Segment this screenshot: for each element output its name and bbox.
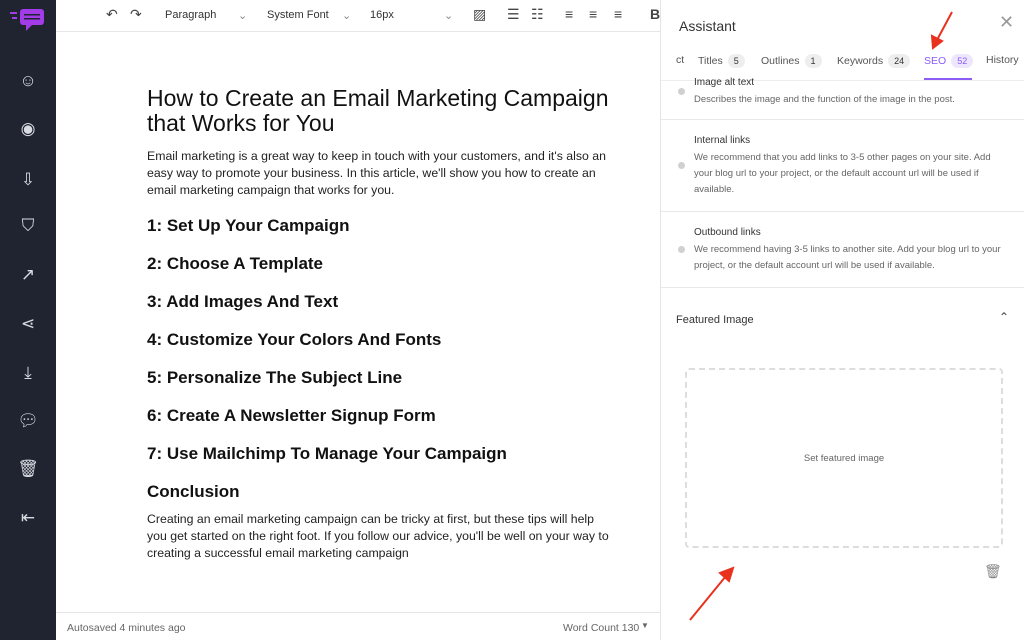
seo-item-internal-links: Internal links We recommend that you add… — [661, 120, 1024, 212]
conclusion-paragraph[interactable]: Creating an email marketing campaign can… — [147, 511, 617, 562]
tab-outlines[interactable]: Outlines 1 — [761, 54, 822, 68]
font-size-select[interactable]: 16px — [370, 9, 394, 21]
robot-icon[interactable]: ☺ — [14, 67, 42, 95]
section-heading[interactable]: 4: Customize Your Colors And Fonts — [147, 329, 617, 367]
align-center-icon[interactable]: ≡ — [589, 6, 597, 22]
item-title: Internal links — [694, 135, 751, 146]
numbered-list-icon[interactable]: ☷ — [531, 6, 544, 23]
section-heading[interactable]: 5: Personalize The Subject Line — [147, 367, 617, 405]
caret-down-icon[interactable]: ▼ — [641, 621, 649, 630]
app-logo — [10, 9, 44, 31]
chat-icon[interactable]: 💬︎ — [14, 407, 42, 435]
item-title: Image alt text — [694, 77, 755, 88]
undo-icon[interactable]: ↶ — [106, 6, 118, 23]
section-heading[interactable]: 6: Create A Newsletter Signup Form — [147, 405, 617, 443]
trash-icon[interactable]: 🗑︎ — [14, 455, 42, 483]
seo-item-image-alt: Image alt text Describes the image and t… — [661, 77, 1024, 120]
editor-content[interactable]: How to Create an Email Marketing Campaig… — [147, 86, 617, 562]
word-count[interactable]: Word Count 130 — [563, 622, 639, 634]
tab-label: SEO — [924, 55, 947, 67]
chevron-down-icon[interactable]: ⌄ — [444, 9, 453, 22]
tab-ct[interactable]: ct — [676, 54, 684, 66]
close-icon[interactable]: ✕ — [999, 12, 1014, 33]
tab-label: Titles — [698, 55, 723, 67]
section-heading[interactable]: 7: Use Mailchimp To Manage Your Campaign — [147, 443, 617, 481]
item-desc: Describes the image and the function of … — [694, 94, 955, 105]
featured-image-heading: Featured Image — [676, 314, 754, 326]
set-featured-image-dropzone[interactable]: Set featured image — [685, 368, 1003, 548]
shield-check-icon[interactable]: ⛉ — [14, 212, 42, 240]
external-link-icon[interactable]: ↗ — [14, 261, 42, 289]
item-desc: We recommend that you add links to 3-5 o… — [694, 152, 991, 195]
chevron-down-icon[interactable]: ⌄ — [342, 9, 351, 22]
tab-label: Keywords — [837, 55, 884, 67]
trash-icon[interactable]: 🗑︎ — [984, 563, 1002, 580]
item-desc: We recommend having 3-5 links to another… — [694, 244, 1001, 271]
tab-titles[interactable]: Titles 5 — [698, 54, 745, 68]
chevron-down-icon[interactable]: ⌄ — [238, 9, 247, 22]
status-dot — [678, 88, 685, 95]
align-right-icon[interactable]: ≡ — [614, 6, 622, 22]
tab-label: ct — [676, 54, 685, 66]
tab-label: History — [986, 54, 1019, 66]
tab-history[interactable]: History — [986, 54, 1019, 66]
image-icon[interactable]: ▨ — [473, 6, 486, 23]
section-heading[interactable]: 1: Set Up Your Campaign — [147, 215, 617, 253]
chevron-up-icon[interactable]: ⌃ — [999, 310, 1009, 324]
dropzone-label: Set featured image — [803, 452, 885, 464]
section-heading[interactable]: 2: Choose A Template — [147, 253, 617, 291]
autosave-status: Autosaved 4 minutes ago — [67, 622, 186, 634]
bold-button[interactable]: B — [650, 6, 660, 22]
sidebar: ☺ ◉ ⇩ ⛉ ↗ ⋖ ⤓ 💬︎ 🗑︎ ⇤ — [0, 0, 56, 640]
assistant-panel: Assistant ✕ ct Titles 5 Outlines 1 Keyword… — [660, 0, 1024, 640]
share-icon[interactable]: ⋖ — [14, 310, 42, 338]
font-family-select[interactable]: System Font — [267, 9, 329, 21]
tab-count: 1 — [804, 54, 822, 68]
logout-icon[interactable]: ⇤ — [14, 504, 42, 532]
panel-title: Assistant — [679, 18, 736, 34]
status-dot — [678, 246, 685, 253]
tab-label: Outlines — [761, 55, 800, 67]
section-heading[interactable]: Conclusion — [147, 481, 617, 511]
seo-item-outbound-links: Outbound links We recommend having 3-5 l… — [661, 212, 1024, 288]
align-left-icon[interactable]: ≡ — [565, 6, 573, 22]
item-title: Outbound links — [694, 227, 761, 238]
intro-paragraph[interactable]: Email marketing is a great way to keep i… — [147, 148, 617, 199]
document-title[interactable]: How to Create an Email Marketing Campaig… — [147, 86, 617, 136]
tab-count: 52 — [951, 54, 974, 68]
tab-keywords[interactable]: Keywords 24 — [837, 54, 911, 68]
tab-count: 5 — [727, 54, 745, 68]
tab-count: 24 — [888, 54, 911, 68]
tab-seo[interactable]: SEO 52 — [924, 54, 974, 68]
eye-icon[interactable]: ◉ — [14, 115, 42, 143]
bullet-list-icon[interactable]: ☰ — [507, 6, 520, 23]
status-bar: Autosaved 4 minutes ago Word Count 130 ▼ — [56, 612, 660, 640]
editor-toolbar: ↶ ↷ Paragraph ⌄ System Font ⌄ 16px ⌄ ▨ ☰… — [56, 0, 660, 32]
block-type-select[interactable]: Paragraph — [165, 9, 216, 21]
import-icon[interactable]: ⇩ — [14, 166, 42, 194]
section-heading[interactable]: 3: Add Images And Text — [147, 291, 617, 329]
status-dot — [678, 162, 685, 169]
redo-icon[interactable]: ↷ — [130, 6, 142, 23]
download-icon[interactable]: ⤓ — [14, 359, 42, 387]
